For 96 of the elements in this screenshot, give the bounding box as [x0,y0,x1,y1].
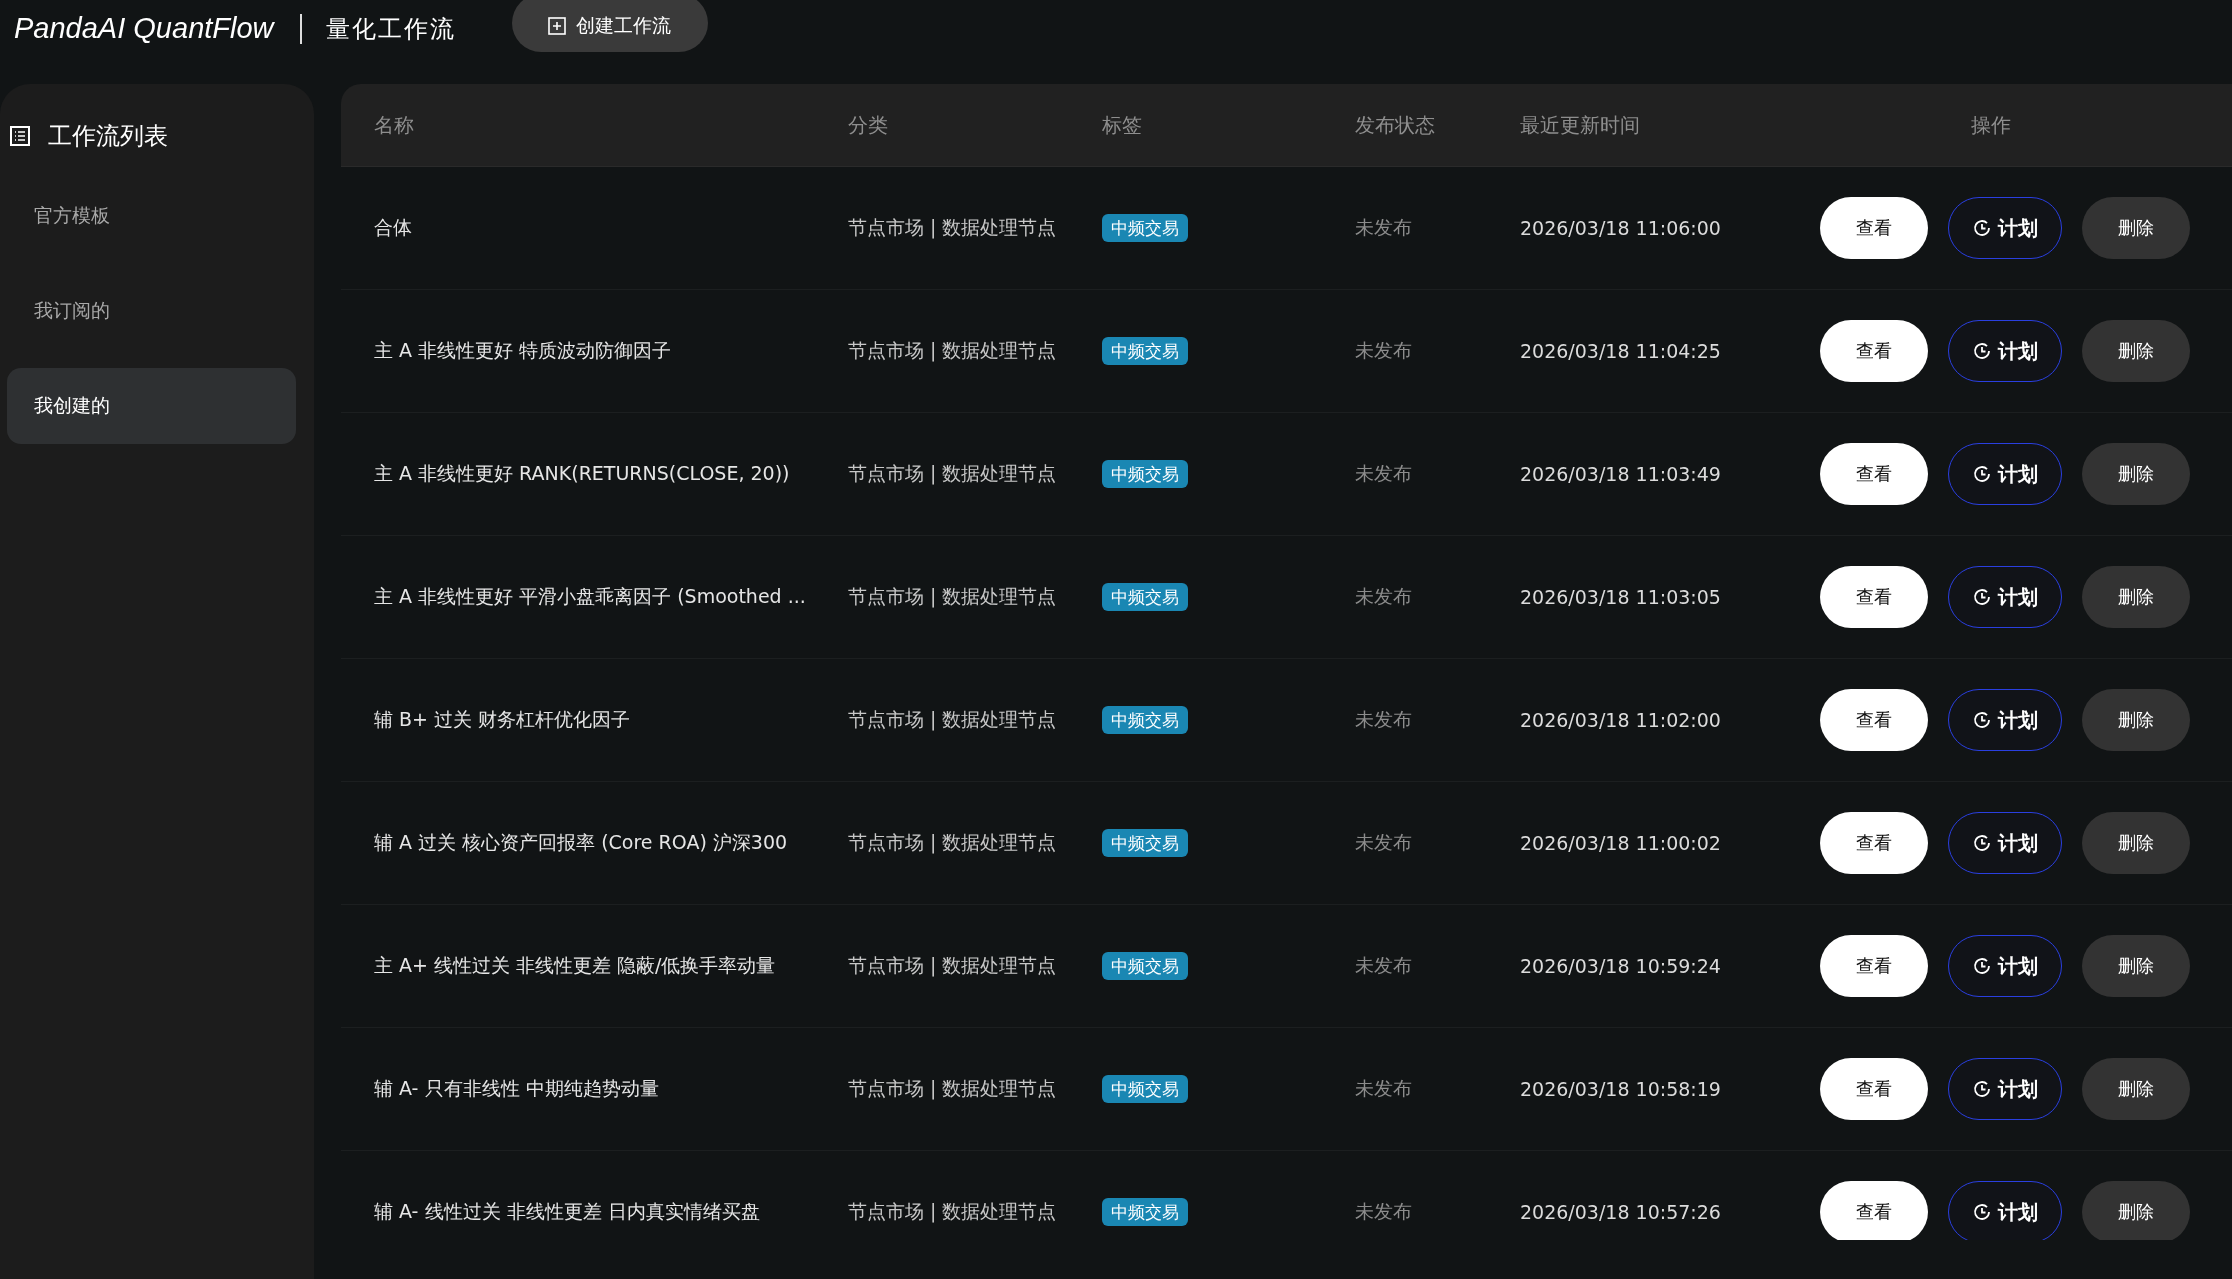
schedule-button[interactable]: 计划 [1948,1181,2062,1240]
sidebar-item[interactable]: 我订阅的 [7,273,296,349]
table-cell-text: 未发布 [1355,461,1413,486]
table-cell-text: 未发布 [1355,1199,1413,1224]
clock-icon [1972,1202,1992,1222]
delete-button[interactable]: 删除 [2082,1181,2190,1240]
table-cell-text: 主 A 非线性更好 RANK(RETURNS(CLOSE, 20)) [374,461,791,486]
schedule-button[interactable]: 计划 [1948,566,2062,628]
view-button[interactable]: 查看 [1820,689,1928,751]
schedule-button[interactable]: 计划 [1948,320,2062,382]
table-cell-text: 未发布 [1355,1076,1413,1101]
table-cell-text: 节点市场 | 数据处理节点 [848,1076,1058,1102]
delete-button[interactable]: 删除 [2082,1058,2190,1120]
schedule-button[interactable]: 计划 [1948,812,2062,874]
tag: 中频交易 [1102,951,1188,980]
view-button[interactable]: 查看 [1820,812,1928,874]
column-header: 标签 [1102,111,1143,139]
table-cell-text: 节点市场 | 数据处理节点 [848,584,1058,610]
table-cell-text: 合体 [374,215,413,240]
table-cell-text: 2026/03/18 11:03:05 [1520,586,1722,608]
tag: 中频交易 [1102,828,1188,857]
table-cell-text: 2026/03/18 10:58:19 [1520,1078,1722,1100]
table-cell-text: 辅 A- 线性过关 非线性更差 日内真实情绪买盘 [374,1199,761,1224]
table-cell-text: 辅 A 过关 核心资产回报率 (Core ROA) 沪深300 [374,830,789,855]
column-header: 分类 [848,111,889,139]
clock-icon [1972,218,1992,238]
clock-icon [1972,710,1992,730]
table-cell-text: 2026/03/18 11:00:02 [1520,832,1722,854]
table-cell-text: 2026/03/18 11:06:00 [1520,217,1722,239]
table-cell-text: 未发布 [1355,707,1413,732]
clock-icon [1972,464,1992,484]
table-cell-text: 节点市场 | 数据处理节点 [848,461,1058,487]
schedule-button[interactable]: 计划 [1948,1058,2062,1120]
sidebar-title: 工作流列表 [48,121,168,152]
schedule-button[interactable]: 计划 [1948,935,2062,997]
table-cell-text: 2026/03/18 11:02:00 [1520,709,1722,731]
clock-icon [1972,833,1992,853]
schedule-button[interactable]: 计划 [1948,689,2062,751]
list-icon [10,126,30,146]
table-cell-text: 2026/03/18 11:03:49 [1520,463,1722,485]
app-title: 量化工作流 [325,14,456,45]
tag: 中频交易 [1102,1074,1188,1103]
table-cell-text: 2026/03/18 11:04:25 [1520,340,1722,362]
tag: 中频交易 [1102,705,1188,734]
create-workflow-button[interactable]: 创建工作流 [511,0,708,52]
delete-button[interactable]: 删除 [2082,689,2190,751]
sidebar-item[interactable]: 官方模板 [7,178,296,254]
view-button[interactable]: 查看 [1820,566,1928,628]
view-button[interactable]: 查看 [1820,1058,1928,1120]
column-header: 最近更新时间 [1520,111,1641,139]
clock-icon [1972,1079,1992,1099]
view-button[interactable]: 查看 [1820,197,1928,259]
table-cell-text: 未发布 [1355,584,1413,609]
table-cell-text: 节点市场 | 数据处理节点 [848,953,1058,979]
view-button[interactable]: 查看 [1820,443,1928,505]
plus-icon [548,16,567,35]
tag: 中频交易 [1102,1197,1188,1226]
schedule-button[interactable]: 计划 [1948,443,2062,505]
table-cell-text: 未发布 [1355,830,1413,855]
view-button[interactable]: 查看 [1820,935,1928,997]
table-cell-text: 主 A 非线性更好 特质波动防御因子 [374,338,673,363]
table-cell-text: 辅 A- 只有非线性 中期纯趋势动量 [374,1076,660,1101]
schedule-button[interactable]: 计划 [1948,197,2062,259]
tag: 中频交易 [1102,582,1188,611]
table-cell-text: 主 A+ 线性过关 非线性更差 隐蔽/低换手率动量 [374,953,777,978]
table-cell-text: 未发布 [1355,953,1413,978]
column-header: 发布状态 [1355,111,1436,139]
table-cell-text: 未发布 [1355,215,1413,240]
column-header: 名称 [374,111,415,139]
delete-button[interactable]: 删除 [2082,197,2190,259]
clock-icon [1972,956,1992,976]
table-cell-text: 节点市场 | 数据处理节点 [848,707,1058,733]
delete-button[interactable]: 删除 [2082,935,2190,997]
table-cell-text: 辅 B+ 过关 财务杠杆优化因子 [374,707,632,732]
view-button[interactable]: 查看 [1820,320,1928,382]
delete-button[interactable]: 删除 [2082,812,2190,874]
table-cell-text: 2026/03/18 10:59:24 [1520,955,1722,977]
table-cell-text: 节点市场 | 数据处理节点 [848,1199,1058,1225]
delete-button[interactable]: 删除 [2082,566,2190,628]
column-header: 操作 [1971,111,2011,139]
clock-icon [1972,341,1992,361]
table-cell-text: 节点市场 | 数据处理节点 [848,215,1058,241]
tag: 中频交易 [1102,459,1188,488]
table-cell-text: 主 A 非线性更好 平滑小盘乖离因子 (Smoothed ... [374,584,807,609]
table-cell-text: 节点市场 | 数据处理节点 [848,338,1058,364]
view-button[interactable]: 查看 [1820,1181,1928,1240]
delete-button[interactable]: 删除 [2082,443,2190,505]
clock-icon [1972,587,1992,607]
delete-button[interactable]: 删除 [2082,320,2190,382]
tag: 中频交易 [1102,213,1188,242]
app-logo: PandaAI QuantFlow [14,12,274,45]
table-cell-text: 未发布 [1355,338,1413,363]
tag: 中频交易 [1102,336,1188,365]
table-cell-text: 节点市场 | 数据处理节点 [848,830,1058,856]
sidebar-item[interactable]: 我创建的 [7,368,296,444]
table-cell-text: 2026/03/18 10:57:26 [1520,1201,1722,1223]
